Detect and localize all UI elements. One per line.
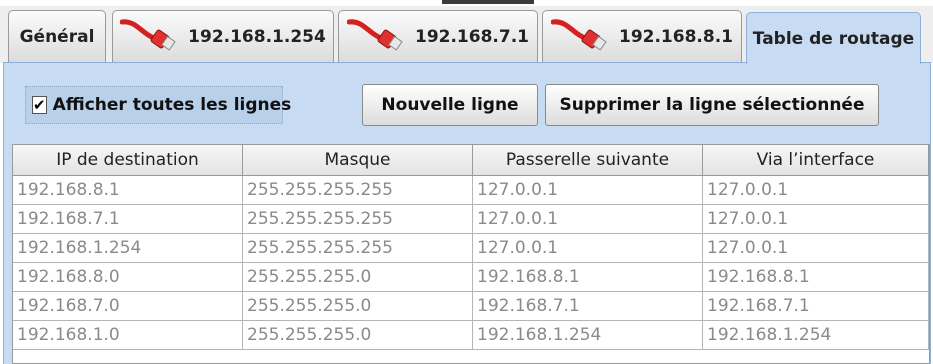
- table-cell[interactable]: 192.168.8.1: [473, 263, 703, 291]
- column-header-via-interface[interactable]: Via l’interface: [703, 145, 929, 176]
- network-cable-icon: [550, 18, 607, 51]
- table-row[interactable]: 192.168.1.0 255.255.255.0 192.168.1.254 …: [13, 321, 929, 350]
- table-row[interactable]: 192.168.1.254 255.255.255.255 127.0.0.1 …: [13, 234, 929, 263]
- table-cell[interactable]: 127.0.0.1: [473, 176, 703, 204]
- table-header: IP de destination Masque Passerelle suiv…: [13, 145, 929, 176]
- table-cell[interactable]: 255.255.255.0: [243, 292, 473, 320]
- show-all-lines-label: Afficher toutes les lignes: [52, 95, 292, 115]
- tab-label: 192.168.7.1: [414, 26, 529, 47]
- show-all-lines-toggle[interactable]: ✔ Afficher toutes les lignes: [25, 86, 291, 124]
- column-header-next-gateway[interactable]: Passerelle suivante: [473, 145, 703, 176]
- delete-selected-line-button[interactable]: Supprimer la ligne sélectionnée: [545, 84, 879, 126]
- new-line-button[interactable]: Nouvelle ligne: [362, 84, 538, 126]
- table-cell[interactable]: 192.168.8.1: [13, 176, 243, 204]
- table-cell[interactable]: 192.168.8.1: [703, 263, 929, 291]
- tab-label: 192.168.1.254: [188, 26, 326, 47]
- table-cell[interactable]: 255.255.255.255: [243, 176, 473, 204]
- table-cell[interactable]: 255.255.255.255: [243, 234, 473, 262]
- tab-interface-192-168-1-254[interactable]: 192.168.1.254: [112, 10, 334, 62]
- table-cell[interactable]: 192.168.1.254: [703, 321, 929, 349]
- table-row[interactable]: 192.168.8.1 255.255.255.255 127.0.0.1 12…: [13, 176, 929, 205]
- table-row[interactable]: 192.168.7.1 255.255.255.255 127.0.0.1 12…: [13, 205, 929, 234]
- column-header-destination-ip[interactable]: IP de destination: [13, 145, 243, 176]
- tab-general[interactable]: Général: [8, 10, 106, 62]
- show-all-lines-checkbox[interactable]: ✔: [32, 96, 47, 114]
- table-row[interactable]: 192.168.8.0 255.255.255.0 192.168.8.1 19…: [13, 263, 929, 292]
- table-cell[interactable]: 255.255.255.0: [243, 263, 473, 291]
- table-cell[interactable]: 192.168.8.0: [13, 263, 243, 291]
- table-cell[interactable]: 192.168.1.254: [473, 321, 703, 349]
- table-cell[interactable]: 255.255.255.255: [243, 205, 473, 233]
- table-cell[interactable]: 127.0.0.1: [473, 234, 703, 262]
- tab-label: Table de routage: [752, 28, 915, 49]
- table-cell[interactable]: 192.168.1.0: [13, 321, 243, 349]
- table-cell[interactable]: 192.168.7.0: [13, 292, 243, 320]
- table-cell[interactable]: 192.168.7.1: [703, 292, 929, 320]
- tab-interface-192-168-7-1[interactable]: 192.168.7.1: [338, 10, 538, 62]
- tab-routing-table[interactable]: Table de routage: [746, 12, 921, 64]
- table-cell[interactable]: 127.0.0.1: [703, 205, 929, 233]
- table-cell[interactable]: 127.0.0.1: [703, 234, 929, 262]
- table-cell[interactable]: 192.168.7.1: [473, 292, 703, 320]
- table-cell[interactable]: 192.168.7.1: [13, 205, 243, 233]
- column-header-mask[interactable]: Masque: [243, 145, 473, 176]
- routing-table: IP de destination Masque Passerelle suiv…: [12, 144, 930, 364]
- table-cell[interactable]: 127.0.0.1: [703, 176, 929, 204]
- table-cell[interactable]: 127.0.0.1: [473, 205, 703, 233]
- network-cable-icon: [120, 18, 176, 51]
- network-cable-icon: [346, 18, 403, 51]
- tab-interface-192-168-8-1[interactable]: 192.168.8.1: [542, 10, 742, 62]
- table-cell[interactable]: 255.255.255.0: [243, 321, 473, 349]
- window-top-edge: [442, 0, 534, 4]
- check-icon: ✔: [33, 95, 46, 114]
- table-row[interactable]: 192.168.7.0 255.255.255.0 192.168.7.1 19…: [13, 292, 929, 321]
- table-cell[interactable]: 192.168.1.254: [13, 234, 243, 262]
- tab-label: Général: [19, 26, 95, 47]
- tab-label: 192.168.8.1: [618, 26, 733, 47]
